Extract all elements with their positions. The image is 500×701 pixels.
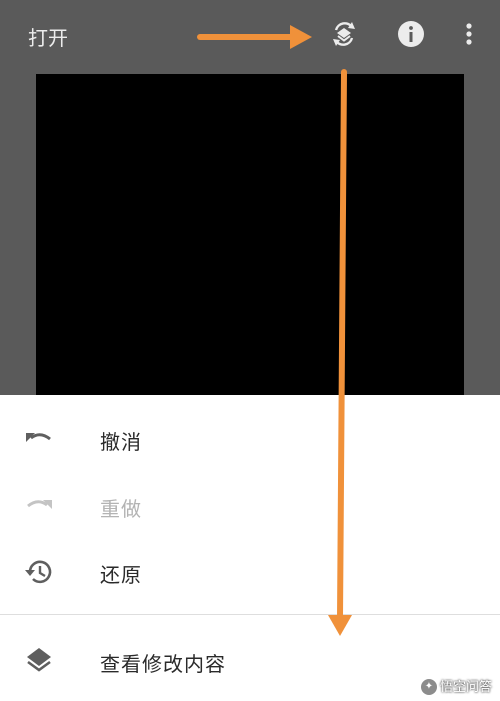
menu-divider xyxy=(0,614,500,615)
redo-menu-item[interactable]: 重做 xyxy=(0,475,500,537)
open-button[interactable]: 打开 xyxy=(28,22,68,51)
redo-icon xyxy=(22,490,56,522)
revert-label: 还原 xyxy=(100,563,142,587)
image-canvas-area xyxy=(0,72,500,395)
undo-icon xyxy=(22,423,56,455)
info-icon[interactable] xyxy=(395,18,427,50)
watermark-logo-icon: ✦ xyxy=(420,679,437,695)
layers-icon xyxy=(22,645,56,677)
more-vertical-icon[interactable] xyxy=(453,18,485,50)
undo-label: 撤消 xyxy=(100,430,142,454)
history-icon xyxy=(22,556,56,588)
watermark: ✦ 悟空问答 xyxy=(420,676,492,695)
image-preview xyxy=(36,74,464,395)
actions-bottom-sheet: 撤消 重做 还原 查看修改内容 xyxy=(0,395,500,701)
view-edits-label: 查看修改内容 xyxy=(100,652,226,676)
watermark-text: 悟空问答 xyxy=(439,679,492,695)
revert-menu-item[interactable]: 还原 xyxy=(0,541,500,603)
top-toolbar: 打开 xyxy=(0,0,500,72)
history-layers-icon[interactable] xyxy=(328,18,360,50)
undo-menu-item[interactable]: 撤消 xyxy=(0,408,500,470)
redo-label: 重做 xyxy=(100,497,142,521)
